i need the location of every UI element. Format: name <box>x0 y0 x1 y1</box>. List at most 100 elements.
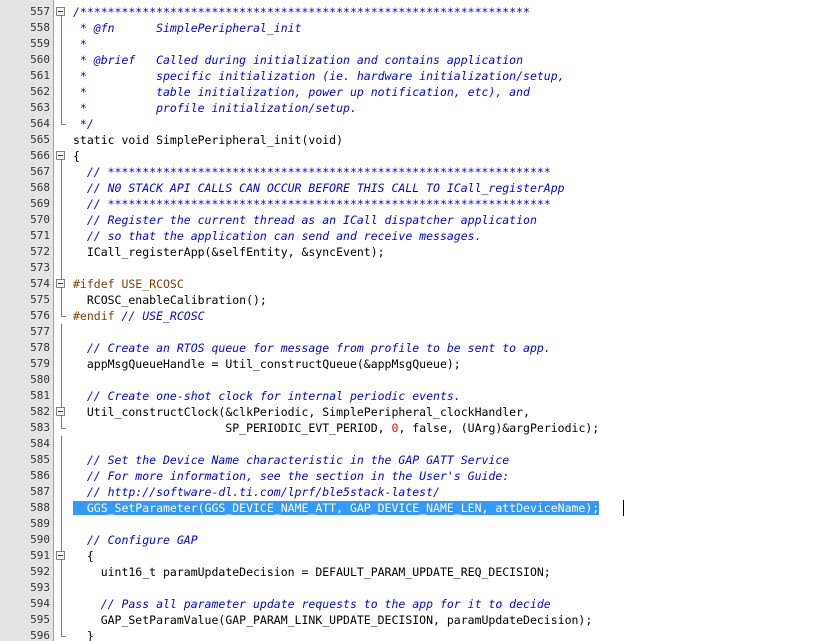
code-text[interactable]: // Register the current thread as an ICa… <box>73 212 537 228</box>
code-line[interactable]: 572 ICall_registerApp(&selfEntity, &sync… <box>0 244 819 260</box>
code-text[interactable]: */ <box>73 116 94 132</box>
line-number: 570 <box>30 213 50 226</box>
comment-token: */ <box>73 117 94 131</box>
line-number: 572 <box>30 245 50 258</box>
code-line[interactable]: 561 * specific initialization (ie. hardw… <box>0 68 819 84</box>
fold-collapse-icon[interactable] <box>54 148 70 164</box>
code-line[interactable]: 581 // Create one-shot clock for interna… <box>0 388 819 404</box>
code-text[interactable]: RCOSC_enableCalibration(); <box>73 292 267 308</box>
code-text[interactable]: // Pass all parameter update requests to… <box>73 596 551 612</box>
code-line[interactable]: 593 <box>0 580 819 596</box>
code-line[interactable]: 596 } <box>0 628 819 641</box>
code-line[interactable]: 562 * table initialization, power up not… <box>0 84 819 100</box>
code-line[interactable]: 573 <box>0 260 819 276</box>
line-number: 587 <box>30 485 50 498</box>
code-line[interactable]: 559 * <box>0 36 819 52</box>
fold-collapse-icon[interactable] <box>54 4 70 20</box>
code-line[interactable]: 564 */ <box>0 116 819 132</box>
code-text[interactable]: * <box>73 36 87 52</box>
line-number: 594 <box>30 597 50 610</box>
code-text[interactable]: Util_constructClock(&clkPeriodic, Simple… <box>73 404 530 420</box>
code-text[interactable]: #ifdef USE_RCOSC <box>73 276 184 292</box>
code-text[interactable]: GGS_SetParameter(GGS_DEVICE_NAME_ATT, GA… <box>73 500 600 516</box>
code-text[interactable]: { <box>73 548 94 564</box>
code-line[interactable]: 575 RCOSC_enableCalibration(); <box>0 292 819 308</box>
code-text[interactable]: // N0 STACK API CALLS CAN OCCUR BEFORE T… <box>73 180 565 196</box>
code-line[interactable]: 588 GGS_SetParameter(GGS_DEVICE_NAME_ATT… <box>0 500 819 516</box>
fold-line <box>54 36 70 52</box>
code-text[interactable]: // *************************************… <box>73 196 551 212</box>
code-text[interactable]: * @fn SimplePeripheral_init <box>73 20 302 36</box>
code-text[interactable]: GAP_SetParamValue(GAP_PARAM_LINK_UPDATE_… <box>73 612 593 628</box>
fold-collapse-icon[interactable] <box>54 548 70 564</box>
fold-line <box>54 196 70 212</box>
code-line[interactable]: 591 { <box>0 548 819 564</box>
fold-line <box>54 388 70 404</box>
line-number: 566 <box>30 149 50 162</box>
code-line[interactable]: 583 SP_PERIODIC_EVT_PERIOD, 0, false, (U… <box>0 420 819 436</box>
code-line[interactable]: 590 // Configure GAP <box>0 532 819 548</box>
fold-collapse-icon[interactable] <box>54 404 70 420</box>
code-text[interactable]: } <box>73 628 94 641</box>
fold-line <box>54 532 70 548</box>
code-line[interactable]: 587 // http://software-dl.ti.com/lprf/bl… <box>0 484 819 500</box>
code-editor[interactable]: 557 /************************************… <box>0 0 819 641</box>
code-line[interactable]: 558 * @fn SimplePeripheral_init <box>0 20 819 36</box>
code-line[interactable]: 571 // so that the application can send … <box>0 228 819 244</box>
line-number: 579 <box>30 357 50 370</box>
line-number: 593 <box>30 581 50 594</box>
code-line[interactable]: 557 /************************************… <box>0 4 819 20</box>
code-line[interactable]: 584 <box>0 436 819 452</box>
code-line[interactable]: 568 // N0 STACK API CALLS CAN OCCUR BEFO… <box>0 180 819 196</box>
code-line[interactable]: 578 // Create an RTOS queue for message … <box>0 340 819 356</box>
code-line[interactable]: 569 // *********************************… <box>0 196 819 212</box>
comment-token: // Register the current thread as an ICa… <box>73 213 537 227</box>
code-token: appMsgQueueHandle = Util_constructQueue(… <box>73 357 461 371</box>
code-text[interactable]: static void SimplePeripheral_init(void) <box>73 132 343 148</box>
code-text[interactable]: { <box>73 148 80 164</box>
code-line[interactable]: 577 <box>0 324 819 340</box>
code-text[interactable]: /***************************************… <box>73 4 530 20</box>
code-text[interactable]: #endif // USE_RCOSC <box>73 308 205 324</box>
code-text[interactable]: * table initialization, power up notific… <box>73 84 530 100</box>
selected-text: GGS_SetParameter(GGS_DEVICE_NAME_ATT, GA… <box>73 501 600 515</box>
code-text[interactable]: uint16_t paramUpdateDecision = DEFAULT_P… <box>73 564 551 580</box>
code-text[interactable]: // *************************************… <box>73 164 551 180</box>
code-text[interactable]: // Create one-shot clock for internal pe… <box>73 388 461 404</box>
code-line[interactable]: 580 <box>0 372 819 388</box>
code-text[interactable]: // http://software-dl.ti.com/lprf/ble5st… <box>73 484 440 500</box>
code-line[interactable]: 585 // Set the Device Name characteristi… <box>0 452 819 468</box>
code-line[interactable]: 595 GAP_SetParamValue(GAP_PARAM_LINK_UPD… <box>0 612 819 628</box>
code-text[interactable]: appMsgQueueHandle = Util_constructQueue(… <box>73 356 461 372</box>
code-text[interactable]: // For more information, see the section… <box>73 468 509 484</box>
code-text[interactable]: SP_PERIODIC_EVT_PERIOD, 0, false, (UArg)… <box>73 420 599 436</box>
code-line[interactable]: 567 // *********************************… <box>0 164 819 180</box>
line-number: 573 <box>30 261 50 274</box>
code-text[interactable]: // so that the application can send and … <box>73 228 482 244</box>
fold-collapse-icon[interactable] <box>54 276 70 292</box>
code-line[interactable]: 582 Util_constructClock(&clkPeriodic, Si… <box>0 404 819 420</box>
code-line[interactable]: 586 // For more information, see the sec… <box>0 468 819 484</box>
code-line[interactable]: 566 { <box>0 148 819 164</box>
code-token: uint16_t paramUpdateDecision = DEFAULT_P… <box>73 565 551 579</box>
code-text[interactable]: * profile initialization/setup. <box>73 100 357 116</box>
fold-line <box>54 500 70 516</box>
code-text[interactable]: // Create an RTOS queue for message from… <box>73 340 551 356</box>
code-line[interactable]: 565 static void SimplePeripheral_init(voi… <box>0 132 819 148</box>
code-text[interactable]: * @brief Called during initialization an… <box>73 52 523 68</box>
code-line[interactable]: 560 * @brief Called during initializatio… <box>0 52 819 68</box>
code-text[interactable]: * specific initialization (ie. hardware … <box>73 68 565 84</box>
code-line[interactable]: 589 <box>0 516 819 532</box>
fold-end-marker <box>54 628 70 641</box>
code-line[interactable]: 563 * profile initialization/setup. <box>0 100 819 116</box>
code-line[interactable]: 592 uint16_t paramUpdateDecision = DEFAU… <box>0 564 819 580</box>
code-text[interactable]: ICall_registerApp(&selfEntity, &syncEven… <box>73 244 385 260</box>
code-line[interactable]: 574 #ifdef USE_RCOSC <box>0 276 819 292</box>
code-text[interactable]: // Configure GAP <box>73 532 198 548</box>
fold-line <box>54 452 70 468</box>
code-line[interactable]: 594 // Pass all parameter update request… <box>0 596 819 612</box>
code-line[interactable]: 579 appMsgQueueHandle = Util_constructQu… <box>0 356 819 372</box>
code-line[interactable]: 570 // Register the current thread as an… <box>0 212 819 228</box>
code-text[interactable]: // Set the Device Name characteristic in… <box>73 452 509 468</box>
code-line[interactable]: 576 #endif // USE_RCOSC <box>0 308 819 324</box>
